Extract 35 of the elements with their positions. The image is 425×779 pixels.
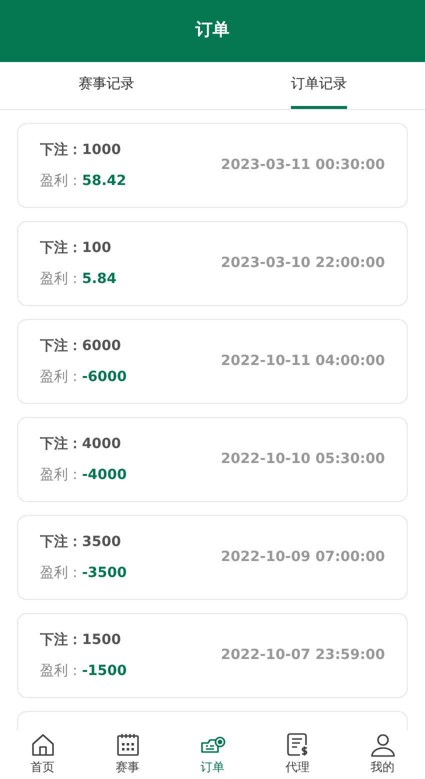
profit-amount: 盈利：-3500 — [40, 564, 127, 582]
order-time: 2022-10-07 23:59:00 — [220, 646, 385, 665]
calendar-icon — [114, 732, 140, 758]
order-card[interactable]: 下注：1000 盈利：58.42 2023-03-11 00:30:00 — [17, 123, 408, 208]
nav-tab[interactable]: 我的 — [340, 730, 425, 779]
nav-tab[interactable]: 订单 — [170, 730, 255, 779]
order-time: 2023-03-10 22:00:00 — [220, 254, 385, 273]
profit-amount: 盈利：58.42 — [40, 172, 126, 190]
bet-amount: 下注：4000 — [40, 434, 122, 454]
order-card[interactable]: 下注：1500 盈利：-1500 2022-10-07 23:59:00 — [17, 613, 408, 698]
profit-amount: 盈利：-1500 — [40, 662, 127, 680]
order-time: 2022-10-11 04:00:00 — [220, 352, 385, 371]
bet-amount: 下注：100 — [40, 238, 112, 258]
order-card[interactable]: 下注：4000 盈利：-4000 2022-10-10 05:30:00 — [17, 417, 408, 502]
bet-amount: 下注：1000 — [40, 140, 122, 160]
tab[interactable]: 订单记录 — [290, 62, 347, 109]
bet-amount: 下注：1500 — [40, 630, 122, 650]
profit-amount: 盈利：5.84 — [40, 270, 117, 288]
nav-tab[interactable]: 首页 — [0, 730, 85, 779]
order-card[interactable]: 下注：6000 盈利：-6000 2022-10-11 04:00:00 — [17, 319, 408, 404]
order-time: 2023-03-11 00:30:00 — [220, 156, 385, 175]
page-title: 订单 — [196, 19, 230, 42]
profit-amount: 盈利：-6000 — [40, 368, 127, 386]
tab[interactable]: 赛事记录 — [78, 62, 134, 109]
order-card[interactable]: 下注：100 盈利：5.84 2023-03-10 22:00:00 — [17, 221, 408, 306]
home-icon — [30, 732, 56, 758]
order-time: 2022-10-10 05:30:00 — [220, 450, 385, 469]
order-time: 2022-10-09 07:00:00 — [220, 548, 385, 567]
order-card[interactable]: 下注：3500 盈利：-3500 2022-10-09 07:00:00 — [17, 515, 408, 600]
user-icon — [370, 732, 396, 758]
nav-tab[interactable]: 代理 — [255, 730, 340, 779]
profit-amount: 盈利：-4000 — [40, 466, 127, 484]
bet-amount: 下注：6000 — [40, 336, 122, 356]
bet-amount: 下注：3500 — [40, 532, 122, 552]
nav-tab[interactable]: 赛事 — [85, 730, 170, 779]
